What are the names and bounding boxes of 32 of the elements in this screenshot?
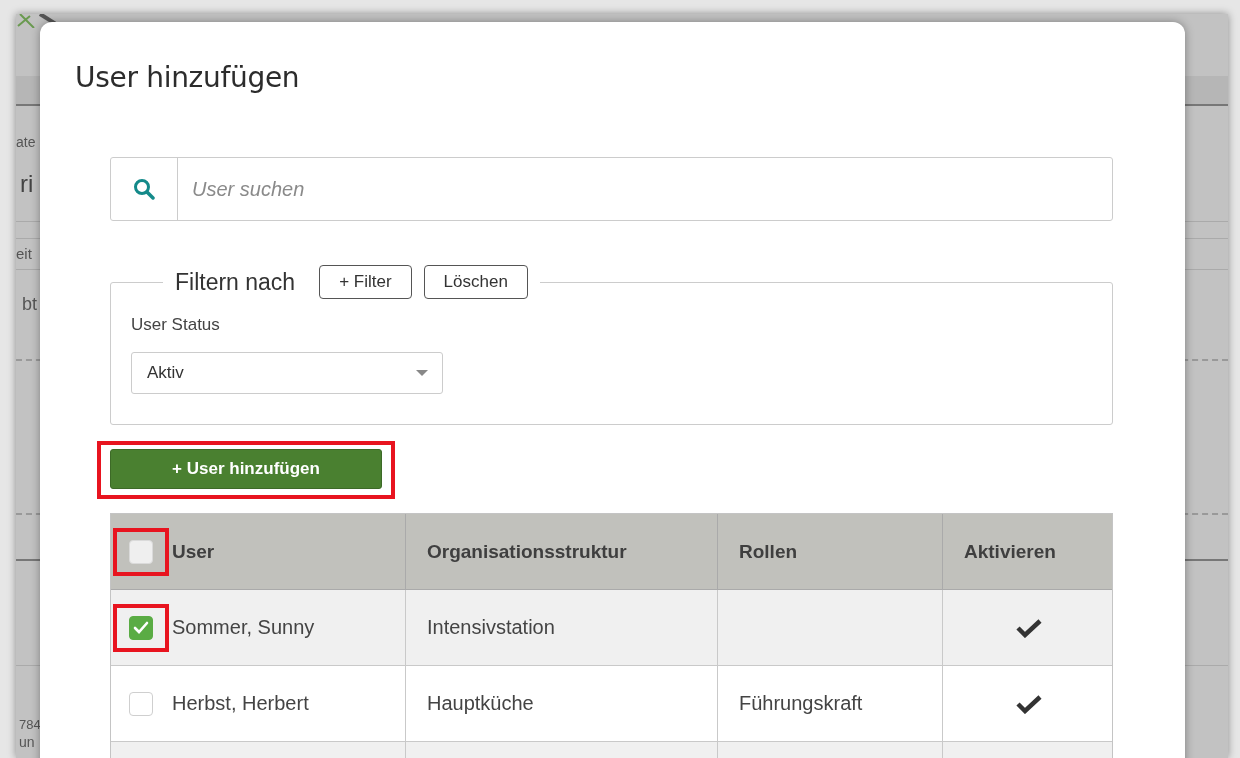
- table-row[interactable]: Herbst, Herbert Hauptküche Führungskraft: [111, 666, 1112, 742]
- background-text: bt: [22, 294, 37, 315]
- checkbox[interactable]: [129, 615, 153, 640]
- caret-icon: [416, 370, 428, 376]
- table-cell: Hauptküche: [427, 692, 534, 715]
- check-icon: [133, 620, 149, 635]
- search-icon: [133, 178, 155, 200]
- status-dropdown[interactable]: Aktiv: [131, 352, 443, 394]
- add-user-button[interactable]: + User hinzufügen: [110, 449, 382, 489]
- user-name: Sommer, Sunny: [172, 616, 315, 639]
- filter-button[interactable]: Löschen: [423, 265, 528, 299]
- column-header: Organisationsstruktur: [406, 514, 718, 589]
- background-text: ate: [16, 134, 36, 150]
- background-text: ri: [20, 170, 34, 198]
- table-row[interactable]: Sommer, Sunny Intensivstation: [111, 590, 1112, 666]
- background-text: 784: [19, 717, 41, 732]
- table-cell: Führungskraft: [739, 692, 863, 715]
- checkmark-icon[interactable]: [1015, 617, 1042, 638]
- user-name: Herbst, Herbert: [172, 692, 309, 715]
- map-fragment-drawing: [16, 14, 56, 28]
- dialog-title: User hinzufügen: [75, 60, 301, 96]
- filter-button[interactable]: + Filter: [319, 265, 412, 299]
- column-header: Rollen: [718, 514, 943, 589]
- checkmark-icon[interactable]: [1015, 693, 1042, 714]
- column-header: User: [172, 540, 215, 563]
- background-text: un: [19, 734, 35, 750]
- column-header: Aktivieren: [963, 539, 1057, 564]
- table-cell: Intensivstation: [427, 616, 555, 639]
- checkbox[interactable]: [129, 691, 153, 716]
- background-text: eit: [16, 245, 32, 262]
- filter-legend: Filtern nach: [175, 268, 296, 296]
- field-label: User Status: [131, 315, 221, 335]
